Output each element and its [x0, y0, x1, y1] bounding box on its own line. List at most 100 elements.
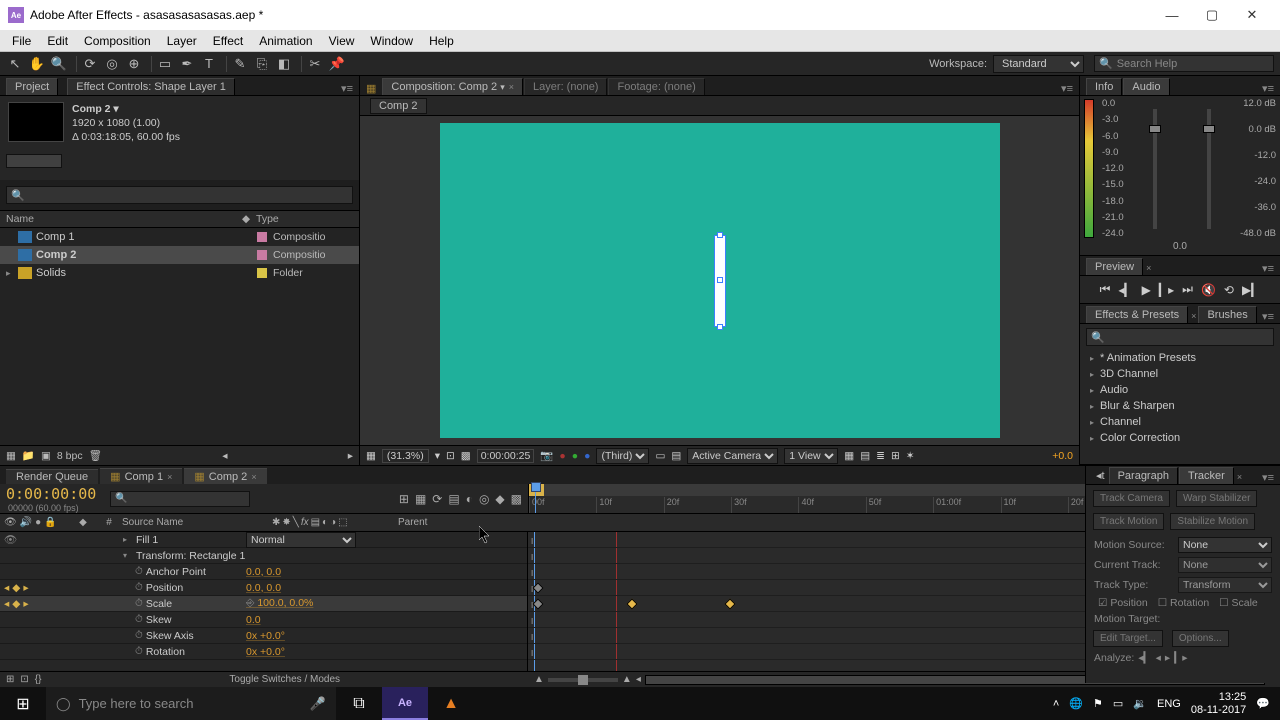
- adjustment-switch-icon[interactable]: ◑: [330, 517, 336, 528]
- graph-editor-icon[interactable]: ▩: [511, 492, 522, 506]
- rotate-tool-icon[interactable]: ⟳: [81, 55, 99, 73]
- timeline-search[interactable]: 🔍: [110, 491, 250, 507]
- after-effects-task-icon[interactable]: Ae: [382, 687, 428, 720]
- rectangle-tool-icon[interactable]: ▭: [156, 55, 174, 73]
- tab-effects-presets[interactable]: Effects & Presets: [1086, 306, 1188, 323]
- clone-tool-icon[interactable]: ⎘: [253, 55, 271, 73]
- composition-viewer[interactable]: [360, 116, 1079, 445]
- scale-checkbox[interactable]: ☐ Scale: [1219, 597, 1258, 609]
- tab-layer-viewer[interactable]: Layer: (none): [524, 78, 607, 95]
- menu-help[interactable]: Help: [421, 32, 462, 50]
- brush-tool-icon[interactable]: ✎: [231, 55, 249, 73]
- audio-level-slider[interactable]: [1207, 109, 1211, 229]
- col-name[interactable]: Name: [6, 213, 236, 225]
- tray-language[interactable]: ENG: [1157, 698, 1181, 710]
- audio-level-slider[interactable]: [1153, 109, 1157, 229]
- timeline-property-row[interactable]: ⏱Anchor Point0.0, 0.0: [0, 564, 527, 580]
- options-button[interactable]: Options...: [1172, 630, 1229, 647]
- lock-col-icon[interactable]: 🔒: [44, 517, 56, 528]
- timeline-property-row[interactable]: ◂◆▸⏱Position0.0, 0.0: [0, 580, 527, 596]
- tray-app-icon[interactable]: 🌐: [1069, 697, 1083, 710]
- toggle-switch-icon[interactable]: ⊡: [20, 674, 28, 685]
- workspace-select[interactable]: Standard: [993, 55, 1084, 73]
- channel-icon[interactable]: ●: [559, 450, 565, 462]
- pen-tool-icon[interactable]: ✒: [178, 55, 196, 73]
- tab-effect-controls[interactable]: Effect Controls: Shape Layer 1: [67, 78, 235, 95]
- toggle-switches-modes[interactable]: Toggle Switches / Modes: [229, 674, 340, 685]
- tab-footage-viewer[interactable]: Footage: (none): [608, 78, 704, 95]
- hide-shy-icon[interactable]: ⟳: [432, 492, 442, 506]
- prev-frame-icon[interactable]: ◂▎: [1118, 283, 1133, 297]
- zoom-in-icon[interactable]: ▲: [622, 674, 632, 685]
- effects-category[interactable]: ▸* Animation Presets: [1080, 350, 1280, 366]
- taskbar-search[interactable]: ◯ Type here to search 🎤: [46, 687, 336, 720]
- menu-file[interactable]: File: [4, 32, 39, 50]
- transparency-grid-icon[interactable]: ▩: [461, 450, 471, 462]
- menu-animation[interactable]: Animation: [251, 32, 320, 50]
- current-track-select[interactable]: None: [1178, 557, 1272, 573]
- timeline-tab[interactable]: ▦Comp 1×: [100, 468, 182, 484]
- reset-exposure-icon[interactable]: ✶: [906, 450, 915, 462]
- type-tool-icon[interactable]: T: [200, 55, 218, 73]
- col-parent[interactable]: Parent: [392, 517, 512, 528]
- next-frame-icon[interactable]: ▎▸: [1159, 283, 1174, 297]
- project-item[interactable]: ▸SolidsFolder: [0, 264, 359, 282]
- fx-switch-icon[interactable]: fx: [301, 517, 309, 528]
- track-type-select[interactable]: Transform: [1178, 577, 1272, 593]
- timeline-property-row[interactable]: ⏱Skew0.0: [0, 612, 527, 628]
- timeline-icon[interactable]: ≣: [876, 450, 885, 462]
- search-help-field[interactable]: 🔍 Search Help: [1094, 55, 1274, 72]
- camera-select[interactable]: Active Camera: [687, 448, 778, 464]
- panel-menu-icon[interactable]: ▾≡: [1262, 471, 1274, 484]
- zoom-level[interactable]: (31.3%): [382, 449, 429, 463]
- stopwatch-icon[interactable]: ⏱: [135, 630, 143, 641]
- zoom-out-icon[interactable]: ▲: [534, 674, 544, 685]
- delete-icon[interactable]: 🗑: [89, 449, 102, 462]
- timeline-tab[interactable]: ▦Comp 2×: [184, 468, 266, 484]
- comp-name[interactable]: Comp 2 ▾: [72, 102, 180, 116]
- roto-tool-icon[interactable]: ✂: [306, 55, 324, 73]
- tray-battery-icon[interactable]: ▭: [1113, 697, 1123, 710]
- audio-level-value[interactable]: 0.0: [1080, 241, 1280, 252]
- solo-col-icon[interactable]: ●: [35, 517, 41, 528]
- timeline-property-row[interactable]: ▾Transform: Rectangle 1: [0, 548, 527, 564]
- stopwatch-icon[interactable]: ⏱: [135, 614, 143, 625]
- tab-brushes[interactable]: Brushes: [1198, 306, 1256, 323]
- effects-search[interactable]: 🔍: [1086, 328, 1274, 346]
- analyze-fwd-icon[interactable]: ▸: [1165, 652, 1170, 664]
- loop-icon[interactable]: ⟲: [1224, 283, 1234, 297]
- brainstorm-icon[interactable]: ◎: [479, 492, 489, 506]
- comp-thumbnail[interactable]: [8, 102, 64, 142]
- tab-info[interactable]: Info: [1086, 78, 1122, 95]
- camera-tool-icon[interactable]: ◎: [103, 55, 121, 73]
- maximize-button[interactable]: ▢: [1192, 0, 1232, 30]
- tab-paragraph[interactable]: Paragraph: [1109, 467, 1178, 484]
- edit-target-button[interactable]: Edit Target...: [1093, 630, 1163, 647]
- constrain-icon[interactable]: ⎆: [246, 597, 254, 609]
- puppet-tool-icon[interactable]: 📌: [328, 55, 346, 73]
- comp-mini-flowchart-icon[interactable]: ⊞: [399, 492, 409, 506]
- scroll-left-icon[interactable]: ◂: [636, 674, 641, 685]
- keyframe[interactable]: [724, 598, 735, 609]
- motion-source-select[interactable]: None: [1178, 537, 1272, 553]
- selection-tool-icon[interactable]: ↖: [6, 55, 24, 73]
- playhead[interactable]: [535, 484, 536, 513]
- effects-list[interactable]: ▸* Animation Presets▸3D Channel▸Audio▸Bl…: [1080, 350, 1280, 446]
- effects-category[interactable]: ▸3D Channel: [1080, 366, 1280, 382]
- vlc-task-icon[interactable]: ▲: [428, 687, 474, 720]
- analyze-back-icon[interactable]: ◂: [1156, 652, 1161, 664]
- ram-preview-icon[interactable]: ▶▎: [1242, 283, 1260, 297]
- prev-keyframe-icon[interactable]: ◂: [4, 582, 9, 594]
- col-label-icon[interactable]: ◆: [236, 213, 256, 225]
- comp-breadcrumb[interactable]: Comp 2: [370, 98, 427, 114]
- timeline-property-row[interactable]: 👁▸Fill 1Normal: [0, 532, 527, 548]
- stabilize-motion-button[interactable]: Stabilize Motion: [1170, 513, 1255, 530]
- last-frame-icon[interactable]: ⏭: [1182, 282, 1193, 297]
- label-col-icon[interactable]: ◆: [79, 517, 87, 528]
- tray-expand-icon[interactable]: ˄: [1053, 698, 1059, 710]
- frameblend-switch-icon[interactable]: ▤: [311, 517, 320, 528]
- flowchart-icon[interactable]: ⊞: [891, 450, 900, 462]
- resolution-select[interactable]: (Third): [596, 448, 649, 464]
- add-keyframe-icon[interactable]: ◆: [12, 598, 20, 610]
- col-number[interactable]: #: [96, 517, 122, 528]
